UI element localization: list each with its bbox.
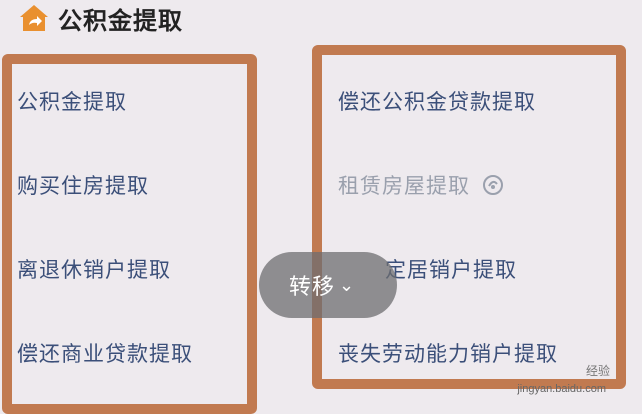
transfer-label: 转移 [289,275,336,300]
watermark-logo: 经验 [586,362,610,379]
home-icon [18,3,50,33]
transfer-more-button[interactable]: 转移 ⌄ [259,252,397,318]
highlight-box-right [312,45,626,389]
watermark-url: jingyan.baidu.com [517,383,606,395]
chevron-down-icon: ⌄ [339,274,356,296]
highlight-box-left [2,54,257,414]
watermark-text: 经验 [585,364,610,378]
page-title: 公积金提取 [58,6,183,35]
page-header: 公积金提取 [18,2,183,35]
